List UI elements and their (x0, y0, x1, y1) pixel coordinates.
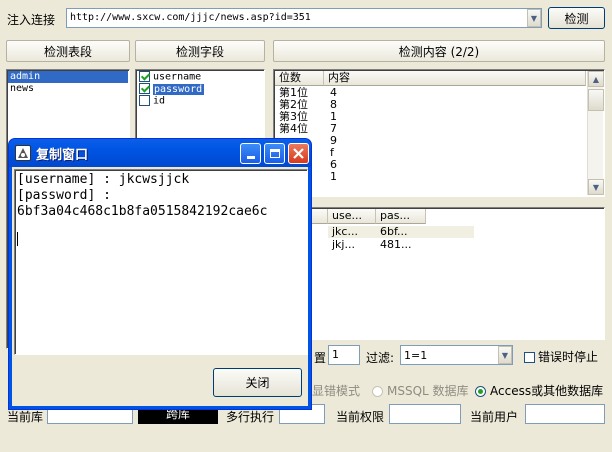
copy-dialog: 复制窗口 [username] : jkcwsjjck [password] :… (8, 138, 312, 410)
current-user-input[interactable] (525, 404, 605, 424)
multi-exec-label: 多行执行 (226, 410, 275, 424)
minimize-icon[interactable] (240, 143, 261, 164)
copy-textarea[interactable]: [username] : jkcwsjjck [password] : 6bf3… (14, 169, 308, 355)
cell-value: 1 (330, 171, 337, 183)
field-label: id (153, 95, 166, 107)
mssql-label: MSSQL 数据库 (387, 384, 469, 398)
dialog-titlebar[interactable]: 复制窗口 (9, 139, 311, 167)
table-row[interactable]: 9 (275, 135, 587, 147)
content-scrollbar[interactable]: ▲ ▼ (587, 71, 604, 195)
field-item-username[interactable]: username (136, 71, 264, 83)
cell-username: jkc... (332, 226, 358, 238)
access-radio[interactable] (475, 386, 486, 397)
mssql-radio[interactable] (372, 386, 383, 397)
scroll-thumb[interactable] (588, 89, 604, 111)
access-label: Access或其他数据库 (490, 384, 604, 398)
detect-fields-button[interactable]: 检测字段 (135, 40, 265, 62)
username-checkbox[interactable] (139, 71, 150, 82)
column-header-password[interactable]: pas... (376, 209, 426, 224)
detect-button[interactable]: 检测 (548, 7, 605, 29)
fields-list[interactable]: username password id (135, 69, 265, 139)
dialog-title: 复制窗口 (36, 148, 89, 163)
current-priv-input[interactable] (389, 404, 461, 424)
column-header-position[interactable]: 位数 (275, 71, 324, 86)
url-label: 注入连接 (7, 13, 56, 27)
filter-value: 1=1 (404, 349, 428, 362)
position-label: 置 (314, 351, 327, 365)
filter-combobox[interactable]: 1=1 ▼ (400, 345, 513, 365)
url-dropdown-icon[interactable]: ▼ (527, 9, 541, 27)
table-row[interactable]: jkj... 481... (328, 239, 426, 251)
access-option[interactable]: Access或其他数据库 (475, 382, 603, 399)
scroll-down-icon[interactable]: ▼ (588, 179, 604, 195)
text-line-password-label: [password] : (17, 188, 111, 203)
password-checkbox[interactable] (139, 83, 150, 94)
text-line-username: [username] : jkcwsjjck (17, 172, 190, 187)
cell-value: 6 (330, 159, 337, 171)
url-combobox[interactable]: http://www.sxcw.com/jjjc/news.asp?id=351… (66, 8, 542, 28)
stop-on-error-label: 错误时停止 (538, 350, 599, 364)
cell-password: 481... (380, 239, 412, 251)
table-row[interactable]: 1 (275, 171, 587, 183)
maximize-icon[interactable] (264, 143, 285, 164)
close-icon[interactable] (288, 143, 309, 164)
dialog-body: [username] : jkcwsjjck [password] : 6bf3… (12, 167, 308, 406)
cell-value: 4 (330, 87, 337, 99)
cell-position: 第2位 (279, 99, 308, 111)
url-input[interactable]: http://www.sxcw.com/jjjc/news.asp?id=351 (70, 12, 311, 23)
table-row[interactable]: 第3位 1 (275, 111, 587, 123)
field-label: username (153, 71, 202, 83)
id-checkbox[interactable] (139, 95, 150, 106)
cell-value: 7 (330, 123, 337, 135)
table-row[interactable]: 第1位 4 (275, 87, 587, 99)
stop-on-error-checkbox[interactable] (524, 352, 535, 363)
detect-content-button[interactable]: 检测内容 (2/2) (273, 40, 605, 62)
current-user-label: 当前用户 (470, 410, 519, 424)
cell-position: 第1位 (279, 87, 308, 99)
cell-value: 1 (330, 111, 337, 123)
cell-value: f (330, 147, 334, 159)
content-grid[interactable]: 位数 内容 第1位 4 第2位 8 第3位 1 第4位 7 9 f 6 1 ▲ ▼ (273, 69, 605, 197)
table-row[interactable]: 第4位 7 (275, 123, 587, 135)
column-header-content[interactable]: 内容 (324, 71, 586, 86)
table-row[interactable]: 第2位 8 (275, 99, 587, 111)
cell-position: 第4位 (279, 123, 308, 135)
results-grid[interactable]: use... pas... jkc... 6bf... jkj... 481..… (273, 207, 605, 340)
stop-on-error-option[interactable]: 错误时停止 (524, 348, 598, 365)
close-button[interactable]: 关闭 (213, 368, 302, 397)
table-row[interactable]: f (275, 147, 587, 159)
current-priv-label: 当前权限 (336, 410, 385, 424)
cell-position: 第3位 (279, 111, 308, 123)
cell-password: 6bf... (380, 226, 408, 238)
detect-tables-button[interactable]: 检测表段 (6, 40, 130, 62)
field-item-password[interactable]: password (136, 83, 264, 95)
column-header-username[interactable]: use... (328, 209, 376, 224)
cell-username: jkj... (332, 239, 355, 251)
app-icon (15, 145, 31, 161)
content-rows: 第1位 4 第2位 8 第3位 1 第4位 7 9 f 6 1 (275, 87, 587, 183)
text-line-password-hash: 6bf3a04c468c1b8fa0515842192cae6c (17, 204, 268, 219)
field-label: password (153, 83, 205, 95)
field-item-id[interactable]: id (136, 95, 264, 107)
table-row[interactable]: jkc... 6bf... (328, 226, 474, 238)
filter-dropdown-icon[interactable]: ▼ (498, 346, 512, 364)
filter-label: 过滤: (366, 351, 395, 365)
list-item-admin[interactable]: admin (8, 71, 128, 83)
error-mode-label: 显错模式 (312, 384, 361, 398)
cell-value: 9 (330, 135, 337, 147)
list-item-news[interactable]: news (8, 83, 128, 95)
mssql-option[interactable]: MSSQL 数据库 (372, 382, 469, 399)
scroll-up-icon[interactable]: ▲ (588, 71, 604, 87)
position-input[interactable]: 1 (328, 345, 360, 365)
current-db-label: 当前库 (7, 410, 44, 424)
table-row[interactable]: 6 (275, 159, 587, 171)
cell-value: 8 (330, 99, 337, 111)
text-caret (17, 232, 18, 246)
